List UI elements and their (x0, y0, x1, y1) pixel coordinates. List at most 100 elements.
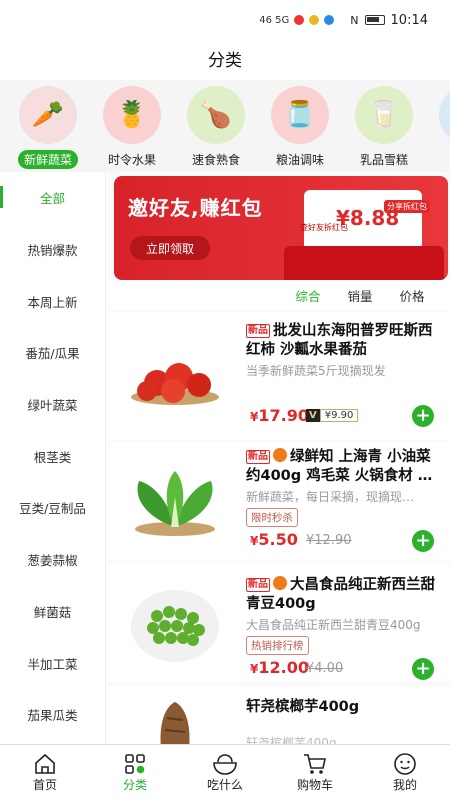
sidebar: 全部 热销爆款 本周上新 番茄/瓜果 绿叶蔬菜 根茎类 豆类/豆制品 葱姜蒜椒 … (0, 172, 106, 744)
sidebar-item-semi-processed[interactable]: 半加工菜 (0, 637, 105, 689)
category-dairy[interactable]: 🥛 乳品雪糕 (342, 80, 426, 172)
product-price: ¥17.90 (250, 406, 309, 425)
vip-price-value: ¥9.90 (319, 409, 359, 422)
sidebar-item-all[interactable]: 全部 (0, 172, 105, 224)
product-desc: 轩尧槟榔芋400g (246, 736, 337, 744)
signal-indicator: 46 5G (259, 14, 290, 26)
sort-tabs: 综合 销量 价格 (108, 280, 450, 310)
page-title: 分类 (208, 51, 242, 71)
nav-profile[interactable]: 我的 (360, 745, 450, 800)
sidebar-item-aromatics[interactable]: 葱姜蒜椒 (0, 534, 105, 586)
tab-price[interactable]: 价格 (386, 286, 438, 305)
notification-icon (309, 15, 320, 25)
add-to-cart-button[interactable]: + (412, 530, 434, 552)
notification-icon (324, 15, 335, 25)
status-icons: 46 5G (259, 14, 335, 26)
flash-sale-badge: 限时秒杀 (246, 508, 298, 527)
vegetables-icon: 🥕 (19, 86, 77, 144)
banner-title: 邀好友,赚红包 (128, 196, 263, 220)
price-value: 17.90 (258, 406, 309, 425)
product-desc: 大昌食品纯正新西兰甜青豆400g (246, 618, 421, 632)
flame-icon (273, 448, 287, 462)
price-value: 5.50 (258, 530, 298, 549)
nav-what-to-eat[interactable]: 吃什么 (180, 745, 270, 800)
category-snack[interactable]: 🍪 休闲 (426, 80, 450, 172)
product-image (120, 332, 230, 422)
cart-icon (304, 754, 326, 774)
add-to-cart-button[interactable]: + (412, 405, 434, 427)
banner-tag: 查好友拆红包 (300, 223, 348, 232)
red-envelope-image (284, 246, 444, 280)
new-badge: 新品 (246, 450, 270, 464)
new-badge: 新品 (246, 324, 270, 338)
sidebar-item-leafy-greens[interactable]: 绿叶蔬菜 (0, 379, 105, 431)
notification-icon (294, 15, 305, 25)
product-image (120, 458, 230, 548)
status-bar: 46 5G N 10:14 (0, 0, 450, 40)
category-icon (125, 754, 145, 774)
category-bar: 🥕 新鲜蔬菜 🍍 时令水果 🍗 速食熟食 🫙 粮油调味 🥛 乳品雪糕 🍪 休闲 (0, 80, 450, 172)
sidebar-item-new-this-week[interactable]: 本周上新 (0, 275, 105, 327)
product-name: 新品 大昌食品纯正新西兰甜青豆400g (246, 576, 442, 614)
sidebar-item-beans-tofu[interactable]: 豆类/豆制品 (0, 482, 105, 534)
nav-home[interactable]: 首页 (0, 745, 90, 800)
product-card[interactable]: 新品 批发山东海阳普罗旺斯西红柿 沙瓤水果番茄 当季新鲜蔬菜5斤现摘现发 ¥17.… (108, 312, 450, 440)
product-desc: 当季新鲜蔬菜5斤现摘现发 (246, 364, 386, 378)
product-name: 轩尧槟榔芋400g (246, 699, 360, 715)
product-price: ¥5.50 (250, 530, 298, 549)
bottom-nav: 首页 分类 吃什么 购物车 我的 (0, 744, 450, 800)
fruit-icon: 🍍 (103, 86, 161, 144)
sidebar-item-mushroom[interactable]: 鲜菌菇 (0, 586, 105, 638)
status-time: 10:14 (390, 12, 428, 28)
category-label: 时令水果 (107, 153, 156, 167)
battery-icon (364, 15, 385, 25)
sidebar-item-hot[interactable]: 热销爆款 (0, 224, 105, 276)
category-fruit[interactable]: 🍍 时令水果 (90, 80, 174, 172)
dairy-icon: 🥛 (355, 86, 413, 144)
promo-banner[interactable]: 邀好友,赚红包 立即领取 ¥8.88 查好友拆红包 分享拆红包 (114, 176, 448, 280)
sidebar-item-root[interactable]: 根茎类 (0, 430, 105, 482)
product-area: 邀好友,赚红包 立即领取 ¥8.88 查好友拆红包 分享拆红包 综合 销量 价格… (108, 172, 450, 744)
category-oil-seasoning[interactable]: 🫙 粮油调味 (258, 80, 342, 172)
category-label: 新鲜蔬菜 (17, 150, 78, 169)
flame-icon (273, 576, 287, 590)
profile-icon (394, 753, 416, 775)
nav-label: 分类 (122, 778, 147, 792)
sidebar-item-fruit-vegetables[interactable]: 茄果瓜类 (0, 689, 105, 741)
product-card[interactable]: 新品 大昌食品纯正新西兰甜青豆400g 大昌食品纯正新西兰甜青豆400g 热销排行… (108, 564, 450, 682)
product-name: 新品 绿鲜知 上海青 小油菜约400g 鸡毛菜 火锅食材 … (246, 448, 442, 486)
category-label: 粮油调味 (275, 153, 324, 167)
product-card[interactable]: 新品 绿鲜知 上海青 小油菜约400g 鸡毛菜 火锅食材 … 新鲜蔬菜，每日采摘，… (108, 442, 450, 560)
product-card[interactable]: 轩尧槟榔芋400g 轩尧槟榔芋400g (108, 686, 450, 744)
vip-icon: V (306, 409, 320, 422)
hot-ranking-badge: 热销排行榜 (246, 636, 309, 655)
product-image (120, 578, 230, 668)
original-price: ¥4.00 (306, 661, 344, 676)
nav-category[interactable]: 分类 (90, 745, 180, 800)
cooked-food-icon: 🍗 (187, 86, 245, 144)
sidebar-item-tomato-melon[interactable]: 番茄/瓜果 (0, 327, 105, 379)
product-name: 新品 批发山东海阳普罗旺斯西红柿 沙瓤水果番茄 (246, 322, 442, 360)
snack-icon: 🍪 (439, 86, 450, 144)
banner-tag: 分享拆红包 (384, 200, 430, 213)
home-icon (35, 753, 55, 774)
product-name-text: 批发山东海阳普罗旺斯西红柿 沙瓤水果番茄 (246, 323, 433, 358)
new-badge: 新品 (246, 578, 270, 592)
nav-label: 吃什么 (206, 778, 243, 792)
product-desc: 新鲜蔬菜，每日采摘，现摘现… (246, 490, 415, 504)
add-to-cart-button[interactable]: + (412, 658, 434, 680)
category-cooked-food[interactable]: 🍗 速食熟食 (174, 80, 258, 172)
bowl-icon (213, 754, 237, 775)
category-vegetables[interactable]: 🥕 新鲜蔬菜 (6, 80, 90, 172)
category-label: 速食熟食 (191, 153, 240, 167)
oil-seasoning-icon: 🫙 (271, 86, 329, 144)
original-price: ¥12.90 (306, 533, 352, 548)
nav-cart[interactable]: 购物车 (270, 745, 360, 800)
claim-now-button[interactable]: 立即领取 (130, 236, 210, 260)
tab-sales[interactable]: 销量 (334, 286, 386, 305)
product-image (120, 698, 230, 744)
tab-comprehensive[interactable]: 综合 (282, 286, 334, 305)
nfc-icon: N (350, 13, 359, 27)
price-value: 12.00 (258, 658, 309, 677)
category-label: 乳品雪糕 (359, 153, 408, 167)
